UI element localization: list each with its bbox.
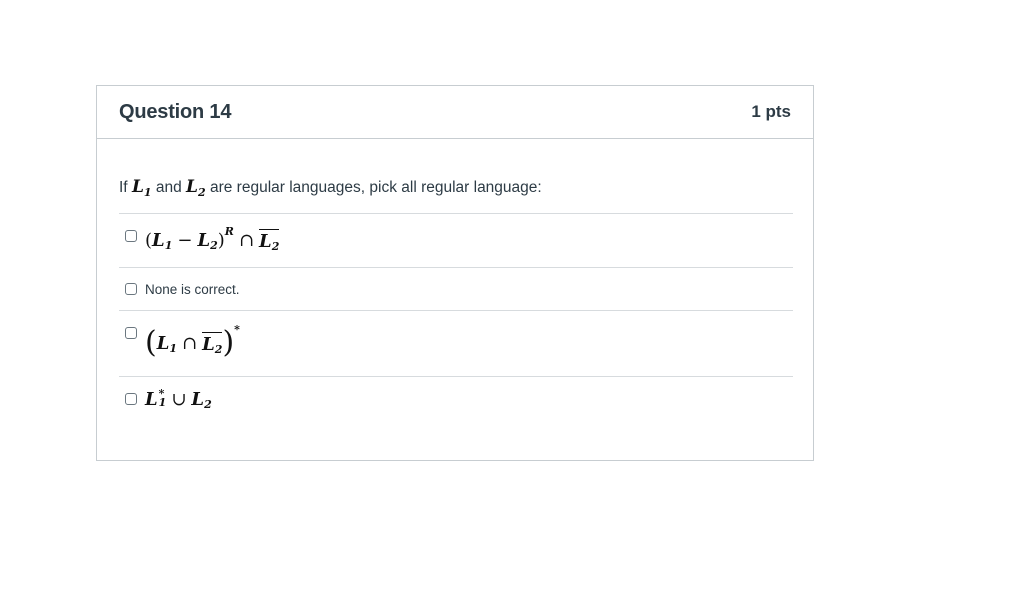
question-header: Question 14 1 pts <box>97 86 813 139</box>
answer-checkbox[interactable] <box>125 327 137 339</box>
answer-checkbox[interactable] <box>125 283 137 295</box>
answer-option-3[interactable]: (L 1 ∩ L 2) * <box>119 311 793 377</box>
answer-math-expression: (L 1− L 2) R ∩ L 2 <box>145 225 280 253</box>
question-title: Question 14 <box>119 100 232 123</box>
prompt-var-l1: L1 <box>131 177 152 199</box>
answer-checkbox[interactable] <box>125 393 137 405</box>
answer-option-1[interactable]: (L 1− L 2) R ∩ L 2 <box>119 214 793 268</box>
prompt-conj: and <box>155 179 182 196</box>
answer-math-expression: (L 1 ∩ L 2) * <box>145 323 240 360</box>
prompt-suffix: are regular languages, pick all regular … <box>209 179 542 196</box>
answer-checkbox[interactable] <box>125 230 137 242</box>
answer-math-expression: L * 1 ∪ L 2 <box>145 387 212 411</box>
question-points: 1 pts <box>751 102 791 121</box>
question-body: If L1 and L2 are regular languages, pick… <box>97 173 813 421</box>
question-card: Question 14 1 pts If L1 and L2 are regul… <box>96 85 814 461</box>
complement-overline: L2 <box>202 332 223 356</box>
answer-option-4[interactable]: L * 1 ∪ L 2 <box>119 377 793 421</box>
complement-overline: L2 <box>259 229 280 253</box>
question-prompt: If L1 and L2 are regular languages, pick… <box>119 173 793 203</box>
answer-label: None is correct. <box>145 281 240 297</box>
answer-option-2[interactable]: None is correct. <box>119 268 793 311</box>
prompt-var-l2: L2 <box>186 177 206 199</box>
answer-list: (L 1− L 2) R ∩ L 2 None is correct. (L 1 ∩ L 2) * L *… <box>119 213 793 421</box>
prompt-prefix: If <box>119 179 128 196</box>
